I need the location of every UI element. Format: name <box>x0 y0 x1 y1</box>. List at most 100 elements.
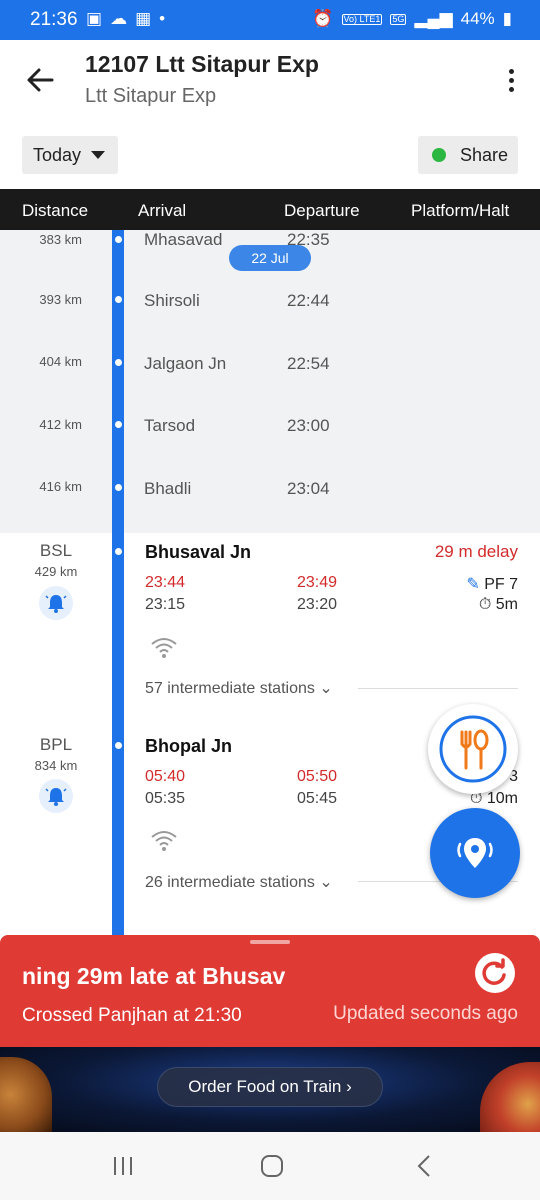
share-button[interactable]: Share <box>418 136 518 174</box>
food-banner[interactable]: Order Food on Train › <box>0 1047 540 1132</box>
chevron-down-icon <box>91 151 106 159</box>
pizza-image-right <box>480 1062 540 1132</box>
header-distance: Distance <box>22 201 89 220</box>
crossed-station-text: Crossed Panjhan at 21:30 <box>22 1005 242 1026</box>
food-order-fab[interactable] <box>428 704 518 794</box>
app-bar: 12107 Ltt Sitapur Exp Ltt Sitapur Exp To… <box>0 40 540 188</box>
stop-dot <box>115 359 122 366</box>
cloud-icon: ☁ <box>110 9 128 28</box>
gallery-icon: ▣ <box>86 9 103 28</box>
alarm-bell-icon <box>45 595 67 613</box>
stop-name: Mhasavad <box>144 230 223 249</box>
intermediate-label: 26 intermediate stations <box>145 874 315 891</box>
arrival-actual: 05:40 <box>145 768 186 785</box>
arrival-scheduled: 23:15 <box>145 596 186 613</box>
station-km: 429 km <box>34 564 78 579</box>
stop-km: 412 km <box>39 417 82 432</box>
alarm-bell-button[interactable] <box>39 586 73 620</box>
alarm-icon: ⏰ <box>312 9 334 28</box>
stop-dot <box>115 296 122 303</box>
stop-dot <box>115 236 122 243</box>
arrival-actual: 23:44 <box>145 574 186 591</box>
notification-icons: ▣ ☁ ▦ • <box>86 9 165 29</box>
stop-km: 393 km <box>39 292 82 307</box>
station-dot <box>115 548 122 555</box>
alarm-bell-button[interactable] <box>39 779 73 813</box>
battery-icon: ▮ <box>502 9 512 28</box>
day-selector[interactable]: Today <box>22 136 118 174</box>
back-arrow-icon[interactable] <box>24 64 56 96</box>
header-arrival: Arrival <box>138 201 187 220</box>
alarm-bell-icon <box>45 788 67 806</box>
departure-actual: 05:50 <box>297 768 338 785</box>
platform-number: ✎ PF 7 <box>466 574 518 594</box>
delay-status: 29 m delay <box>434 542 518 561</box>
calendar-icon: ▦ <box>135 9 152 28</box>
departure-actual: 23:49 <box>297 574 338 591</box>
station-code: BSL <box>39 541 73 560</box>
fork-spoon-icon <box>439 715 507 783</box>
dot-icon: • <box>159 9 166 28</box>
running-status-text: ning 29m late at Bhusav <box>22 963 286 989</box>
intermediate-stations-toggle[interactable]: 57 intermediate stations ⌄ <box>145 678 333 698</box>
divider <box>358 688 518 689</box>
stop-time: 22:44 <box>287 291 330 310</box>
pencil-icon[interactable]: ✎ <box>466 576 479 593</box>
more-options-icon[interactable] <box>506 69 516 95</box>
station-dot <box>115 742 122 749</box>
route-track-line <box>112 230 124 935</box>
station-code: BPL <box>39 735 73 754</box>
battery-percent: 44% <box>460 9 495 28</box>
live-status-panel[interactable]: ning 29m late at Bhusav Crossed Panjhan … <box>0 935 540 1047</box>
refresh-icon <box>482 958 506 985</box>
station-km: 834 km <box>34 758 78 773</box>
wifi-icon <box>151 831 177 851</box>
timer-icon: ⏱ <box>478 596 492 613</box>
wifi-icon <box>151 638 177 658</box>
arrival-scheduled: 05:35 <box>145 790 186 807</box>
location-pin-icon <box>457 838 493 868</box>
signal-icon: ▂▄▆ <box>414 9 453 28</box>
platform-label: PF 7 <box>484 576 518 593</box>
stop-name: Shirsoli <box>144 291 200 310</box>
day-selector-label: Today <box>33 144 82 165</box>
train-subtitle: Ltt Sitapur Exp <box>85 85 217 107</box>
stop-name: Bhadli <box>144 479 192 498</box>
departure-scheduled: 23:20 <box>297 596 338 613</box>
stop-name: Jalgaon Jn <box>144 354 227 373</box>
volte-indicator: Vo) LTE1 <box>341 13 383 25</box>
header-departure: Departure <box>284 201 360 220</box>
whatsapp-icon <box>432 148 446 162</box>
status-bar: 21:36 ▣ ☁ ▦ • ⏰ Vo) LTE1 5G ▂▄▆ 44% ▮ <box>0 0 540 40</box>
back-nav-icon[interactable] <box>410 1152 440 1180</box>
intermediate-label: 57 intermediate stations <box>145 680 315 697</box>
stop-time: 23:04 <box>287 479 330 498</box>
chevron-down-icon: ⌄ <box>319 874 333 891</box>
station-name: Bhusaval Jn <box>145 542 252 562</box>
intermediate-stations-toggle[interactable]: 26 intermediate stations ⌄ <box>145 872 333 892</box>
train-title: 12107 Ltt Sitapur Exp <box>85 51 319 77</box>
recent-apps-icon[interactable] <box>108 1152 138 1180</box>
food-image-left <box>0 1057 52 1132</box>
stop-km: 383 km <box>39 232 82 247</box>
drag-handle[interactable] <box>250 940 290 944</box>
stop-dot <box>115 484 122 491</box>
status-time: 21:36 <box>30 9 78 30</box>
stop-name: Tarsod <box>144 416 196 435</box>
halt-duration: ⏱ 5m <box>479 596 518 614</box>
header-platform-halt: Platform/Halt <box>411 201 510 220</box>
departure-scheduled: 05:45 <box>297 790 338 807</box>
table-header: Distance Arrival Departure Platform/Halt <box>0 189 540 230</box>
home-icon[interactable] <box>257 1152 287 1180</box>
date-pill: 22 Jul <box>229 245 311 271</box>
chevron-down-icon: ⌄ <box>319 680 333 697</box>
system-nav-bar <box>0 1132 540 1200</box>
stop-km: 416 km <box>39 479 82 494</box>
station-name: Bhopal Jn <box>145 736 233 756</box>
live-location-fab[interactable] <box>430 808 520 898</box>
share-label: Share <box>460 144 509 165</box>
stop-time: 23:00 <box>287 416 330 435</box>
stop-time: 22:54 <box>287 354 330 373</box>
order-food-button[interactable]: Order Food on Train › <box>157 1067 383 1107</box>
refresh-button[interactable] <box>475 953 515 993</box>
